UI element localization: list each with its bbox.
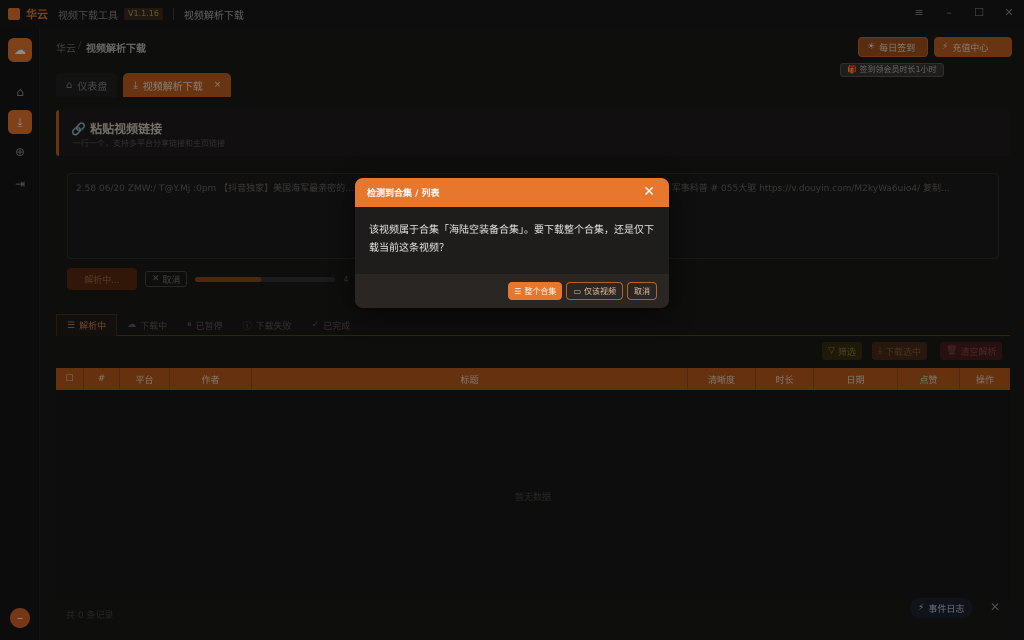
list-icon: ☰ <box>514 286 522 296</box>
dialog-title: 检测到合集 / 列表 <box>355 178 669 207</box>
collection-dialog: 检测到合集 / 列表 ✕ 该视频属于合集「海陆空装备合集」。要下载整个合集，还是… <box>355 178 669 308</box>
download-only-button[interactable]: ▭ 仅该视频 <box>566 282 623 300</box>
dialog-message: 该视频属于合集「海陆空装备合集」。要下载整个合集，还是仅下载当前这条视频？ <box>369 225 654 254</box>
dialog-footer: ☰ 整个合集 ▭ 仅该视频 取消 <box>355 274 669 308</box>
video-icon: ▭ <box>573 286 581 296</box>
modal-overlay <box>0 0 1024 640</box>
dialog-close-icon[interactable]: ✕ <box>643 184 655 200</box>
download-all-label: 整个合集 <box>524 286 557 296</box>
download-only-label: 仅该视频 <box>584 286 616 296</box>
download-all-button[interactable]: ☰ 整个合集 <box>508 282 563 300</box>
dialog-cancel-button[interactable]: 取消 <box>627 282 657 300</box>
